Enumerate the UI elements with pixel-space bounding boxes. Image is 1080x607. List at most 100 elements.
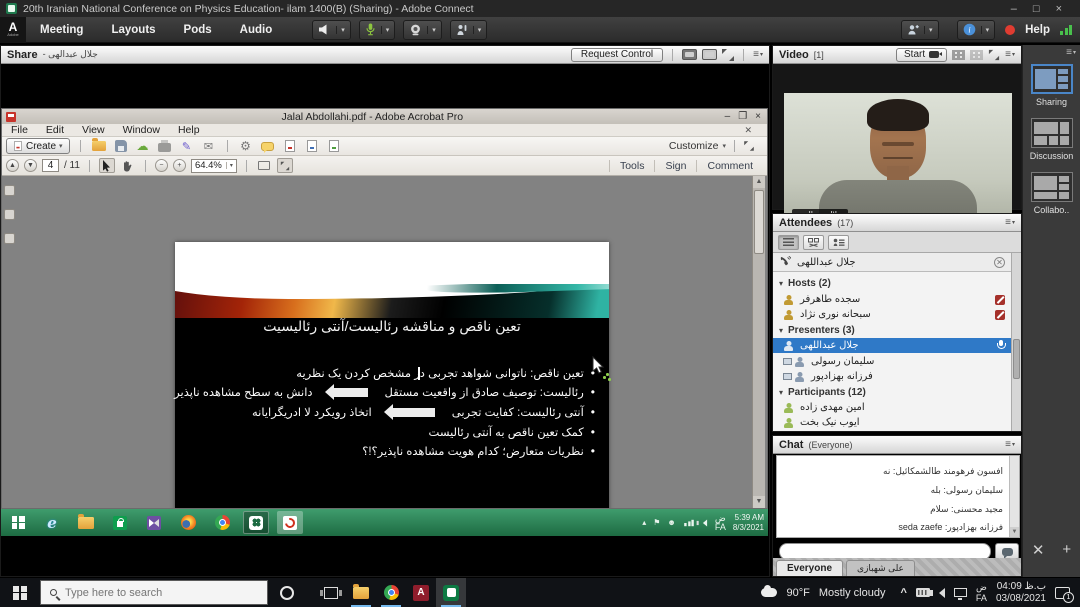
acrobat-restore-icon[interactable]: ❐ — [738, 111, 747, 122]
attendee-row-selected[interactable]: جلال عبداللهی — [773, 338, 1011, 353]
action-center-icon[interactable]: 1 — [1055, 587, 1070, 599]
attendee-list-view-button[interactable] — [778, 235, 799, 250]
help-menu[interactable]: Help — [1025, 24, 1050, 36]
hand-tool-icon[interactable] — [120, 158, 136, 173]
attendees-scrollbar[interactable] — [1011, 253, 1021, 431]
menu-audio[interactable]: Audio — [226, 24, 287, 36]
create-button[interactable]: Create ▾ — [6, 138, 70, 154]
attendee-row[interactable]: سجده طاهرفر — [773, 292, 1011, 307]
weather-desc[interactable]: Mostly cloudy — [819, 587, 886, 599]
layout-item-sharing[interactable]: Sharing — [1023, 64, 1080, 107]
collapse-icon[interactable] — [779, 387, 783, 398]
info-dropdown-icon[interactable]: ▾ — [981, 26, 990, 34]
search-input[interactable] — [65, 587, 235, 599]
attendee-row[interactable]: سبحانه نوری نژاد — [773, 307, 1011, 322]
raise-hand-dropdown-icon[interactable]: ▾ — [473, 26, 482, 34]
menu-meeting[interactable]: Meeting — [26, 24, 97, 36]
add-layout-icon[interactable]: + — [1062, 541, 1071, 559]
chat-options-icon[interactable] — [1005, 439, 1015, 450]
save-icon[interactable] — [113, 139, 129, 154]
start-webcam-button[interactable]: Start — [896, 48, 947, 62]
group-participants[interactable]: Participants (12) — [773, 385, 1011, 400]
start-button[interactable] — [0, 578, 40, 607]
internet-explorer-icon[interactable]: e — [39, 511, 65, 534]
scroll-down-icon[interactable]: ▼ — [1010, 527, 1019, 537]
maximize-icon[interactable]: □ — [1033, 3, 1040, 15]
attendee-row[interactable]: امین مهدی زاده — [773, 400, 1011, 415]
acrobat-menu-view[interactable]: View — [73, 124, 114, 136]
acrobat-expand-icon[interactable] — [744, 141, 754, 151]
webcam-button[interactable]: ▾ — [403, 20, 442, 40]
filmstrip-view-icon[interactable] — [970, 50, 983, 60]
attendee-row[interactable]: سلیمان رسولی — [773, 354, 1011, 369]
scroll-down-icon[interactable]: ▼ — [753, 496, 765, 508]
breakout-view-button[interactable] — [803, 235, 824, 250]
chat-tab-everyone[interactable]: Everyone — [776, 560, 843, 576]
grid-view-icon[interactable] — [952, 50, 965, 60]
shared-language-indicator[interactable]: ض FA — [715, 514, 726, 531]
customize-dropdown-icon[interactable]: ▾ — [722, 142, 726, 150]
windows-store-icon[interactable] — [107, 511, 133, 534]
acrobat-menu-window[interactable]: Window — [114, 124, 169, 136]
acrobat-taskbar-icon[interactable] — [277, 511, 303, 534]
raise-hand-button[interactable]: ▾ — [450, 20, 488, 40]
tab-tools[interactable]: Tools — [609, 160, 655, 172]
settings-gear-icon[interactable] — [238, 139, 254, 154]
task-view-button[interactable] — [316, 578, 346, 607]
zoom-in-button[interactable]: + — [173, 159, 186, 172]
nav-bookmarks-icon[interactable] — [4, 209, 15, 220]
edit-icon[interactable] — [179, 139, 195, 154]
adobe-connect-taskbar-icon[interactable] — [243, 511, 269, 534]
chat-scrollbar[interactable]: ▼ — [1009, 456, 1019, 537]
request-control-button[interactable]: Request Control — [571, 48, 663, 62]
chrome-taskbar-icon[interactable] — [376, 578, 406, 607]
attendees-options-icon[interactable] — [1005, 217, 1015, 228]
collapse-icon[interactable] — [779, 325, 783, 336]
zoom-level-select[interactable]: 64.4% ▾ — [191, 159, 237, 173]
share-view-icon[interactable] — [682, 49, 697, 60]
customize-button[interactable]: Customize — [669, 140, 719, 152]
menu-pods[interactable]: Pods — [170, 24, 226, 36]
hidden-icons-chevron[interactable]: ^ — [900, 587, 906, 599]
network-display-icon[interactable] — [954, 588, 967, 597]
scroll-up-icon[interactable]: ▲ — [753, 176, 765, 188]
video-fullscreen-icon[interactable] — [989, 49, 999, 59]
zoom-out-button[interactable]: − — [155, 159, 168, 172]
cloud-upload-icon[interactable] — [135, 139, 151, 154]
webcam-dropdown-icon[interactable]: ▾ — [427, 26, 436, 34]
layout-item-collaboration[interactable]: Collabo.. — [1023, 172, 1080, 215]
pdf-tool-icon[interactable] — [304, 139, 320, 154]
nav-pages-icon[interactable] — [4, 185, 15, 196]
acrobat-close-icon[interactable]: × — [755, 111, 761, 122]
attendee-status-view-button[interactable] — [828, 235, 849, 250]
close-icon[interactable]: × — [1056, 3, 1062, 15]
fullscreen-icon[interactable] — [722, 49, 734, 61]
email-icon[interactable] — [201, 139, 217, 154]
weather-temp[interactable]: 90°F — [786, 587, 809, 599]
attendee-row[interactable]: فرزانه بهزادپور — [773, 369, 1011, 384]
minimize-icon[interactable]: – — [1011, 3, 1017, 15]
page-number-input[interactable] — [42, 159, 59, 172]
chrome-icon[interactable] — [209, 511, 235, 534]
pdf-export-green-icon[interactable] — [326, 139, 342, 154]
kmplayer-icon[interactable] — [141, 511, 167, 534]
layout-bar-menu-icon[interactable] — [1066, 47, 1076, 58]
volume-icon[interactable] — [939, 588, 945, 598]
zoom-dropdown-icon[interactable]: ▾ — [226, 162, 233, 169]
close-layout-icon[interactable]: ✕ — [1032, 541, 1045, 559]
chat-tab-private[interactable]: علی شهبازی — [846, 560, 915, 576]
acrobat-menu-file[interactable]: File — [2, 124, 37, 136]
collapse-icon[interactable] — [779, 278, 783, 289]
touch-keyboard-icon[interactable] — [916, 588, 930, 597]
document-close-icon[interactable]: ✕ — [735, 125, 761, 136]
pod-options-menu-icon[interactable] — [753, 49, 763, 60]
language-indicator[interactable]: ض FA — [976, 582, 987, 603]
cortana-button[interactable] — [272, 578, 302, 607]
taskbar-search[interactable] — [40, 580, 268, 605]
previous-page-button[interactable]: ▲ — [6, 159, 19, 172]
scrollbar-thumb[interactable] — [1013, 339, 1020, 379]
acrobat-minimize-icon[interactable]: – — [725, 111, 731, 122]
scroll-mode-icon[interactable] — [256, 158, 272, 173]
video-pod-options-icon[interactable] — [1005, 49, 1015, 60]
scrollbar-thumb[interactable] — [754, 190, 764, 254]
